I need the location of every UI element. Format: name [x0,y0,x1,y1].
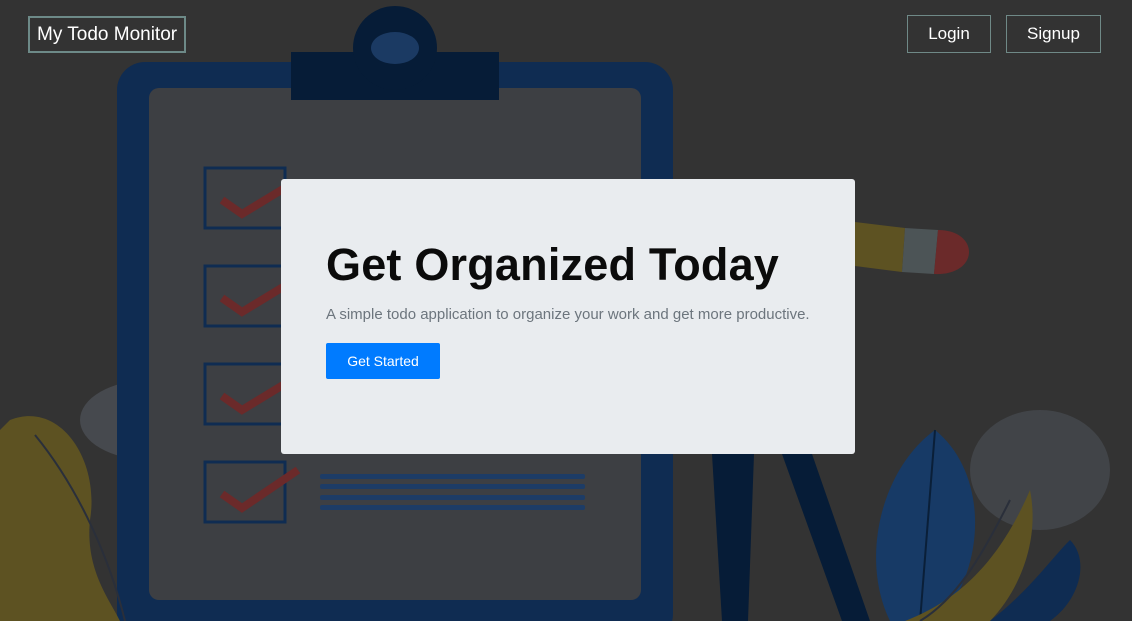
login-button[interactable]: Login [907,15,991,53]
hero-title: Get Organized Today [326,239,780,290]
hero-card: Get Organized Today A simple todo applic… [281,179,855,454]
hero-subtitle: A simple todo application to organize yo… [326,306,810,323]
person-legs-icon [712,454,870,621]
brand-link[interactable]: My Todo Monitor [28,16,187,53]
signup-button[interactable]: Signup [1006,15,1101,53]
pencil-icon [855,222,970,275]
get-started-button[interactable]: Get Started [326,343,440,379]
